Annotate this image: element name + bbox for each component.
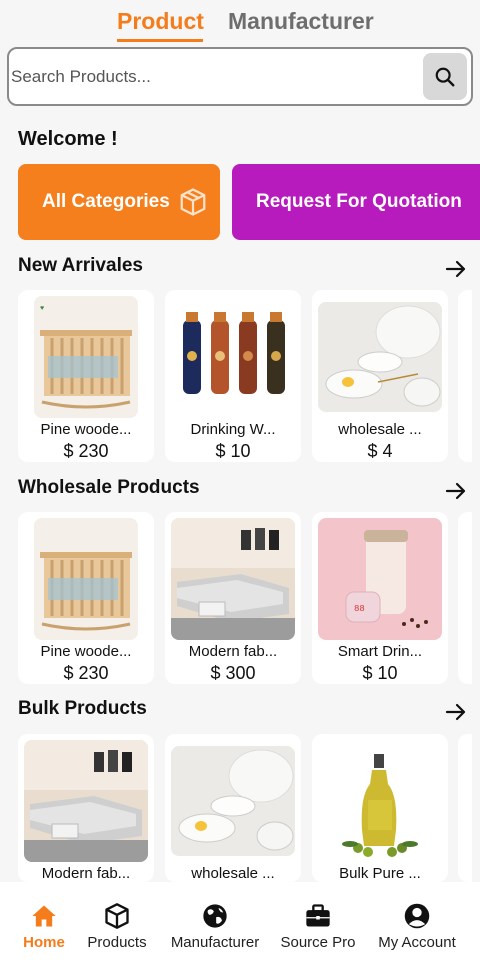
top-tabs: Product Manufacturer: [0, 6, 480, 46]
nav-home-label: Home: [23, 934, 65, 951]
request-quotation-button[interactable]: Request For Quotation: [232, 164, 480, 240]
product-card-peek[interactable]: [458, 512, 472, 684]
product-card[interactable]: ♥ Pine woode... $ 230: [18, 290, 154, 462]
arrow-right-icon[interactable]: [444, 700, 468, 724]
search-bar: [7, 47, 473, 106]
product-card[interactable]: Modern fab...: [18, 734, 154, 882]
tab-manufacturer[interactable]: Manufacturer: [228, 8, 374, 35]
product-name: Modern fab...: [41, 865, 131, 882]
arrow-right-icon[interactable]: [444, 257, 468, 281]
product-name: Drinking W...: [190, 421, 276, 438]
crib-image: [34, 518, 138, 640]
product-card[interactable]: 88 Smart Drin... $ 10: [312, 512, 448, 684]
tab-product[interactable]: Product: [117, 8, 204, 35]
nav-source-pro[interactable]: Source Pro: [276, 882, 360, 960]
globe-icon: [203, 904, 227, 928]
dinnerware-image: [318, 302, 442, 412]
section-title-new-arrivals: New Arrivales: [18, 255, 143, 276]
home-icon: [32, 905, 56, 927]
product-card-peek[interactable]: [458, 290, 472, 462]
all-categories-button[interactable]: All Categories: [18, 164, 220, 240]
product-price: $ 230: [63, 441, 109, 461]
request-quotation-label: Request For Quotation: [256, 191, 462, 212]
welcome-heading: Welcome !: [18, 128, 118, 150]
product-card[interactable]: Drinking W... $ 10: [165, 290, 301, 462]
nav-my-account-label: My Account: [378, 934, 456, 951]
nav-my-account[interactable]: My Account: [370, 882, 464, 960]
product-card[interactable]: wholesale ... $ 4: [312, 290, 448, 462]
search-icon: [435, 67, 455, 86]
tab-product-underline: [117, 39, 203, 42]
nav-manufacturer[interactable]: Manufacturer: [166, 882, 264, 960]
cube-icon: [105, 903, 129, 929]
product-card-peek[interactable]: [458, 734, 472, 882]
sofa-image: [24, 740, 148, 862]
olive-oil-image: [328, 740, 432, 862]
bottom-nav: Home Products Manufacturer Source Pro My…: [0, 882, 480, 960]
product-card[interactable]: Pine woode... $ 230: [18, 512, 154, 684]
product-price: $ 4: [367, 441, 393, 461]
product-price: $ 10: [362, 663, 398, 683]
svg-text:88: 88: [354, 604, 365, 614]
product-name: Pine woode...: [40, 421, 132, 438]
nav-source-pro-label: Source Pro: [280, 934, 356, 951]
product-name: Bulk Pure ...: [339, 865, 421, 882]
all-categories-label: All Categories: [42, 191, 170, 212]
arrow-right-icon[interactable]: [444, 479, 468, 503]
product-price: $ 230: [63, 663, 109, 683]
product-price: $ 300: [210, 663, 256, 683]
nav-products-label: Products: [87, 934, 147, 951]
smart-bottle-image: 88: [318, 518, 442, 640]
briefcase-icon: [306, 904, 330, 927]
sofa-image: [171, 518, 295, 640]
nav-manufacturer-label: Manufacturer: [170, 934, 260, 951]
product-name: Modern fab...: [188, 643, 278, 660]
section-title-bulk: Bulk Products: [18, 698, 147, 719]
product-price: $ 10: [215, 441, 251, 461]
product-name: wholesale ...: [191, 865, 275, 882]
search-button[interactable]: [423, 53, 467, 100]
nav-home[interactable]: Home: [14, 882, 74, 960]
crib-image: ♥: [34, 296, 138, 418]
product-card[interactable]: Modern fab... $ 300: [165, 512, 301, 684]
bottles-image: [171, 296, 295, 418]
cube-icon: [180, 188, 206, 216]
nav-products[interactable]: Products: [82, 882, 152, 960]
account-icon: [404, 903, 430, 929]
svg-text:♥: ♥: [40, 305, 44, 312]
product-name: Pine woode...: [40, 643, 132, 660]
section-title-wholesale: Wholesale Products: [18, 477, 200, 498]
dinnerware-image: [171, 746, 295, 856]
product-card[interactable]: wholesale ...: [165, 734, 301, 882]
product-name: Smart Drin...: [337, 643, 423, 660]
product-card[interactable]: Bulk Pure ...: [312, 734, 448, 882]
product-name: wholesale ...: [338, 421, 422, 438]
search-input[interactable]: [11, 63, 411, 91]
